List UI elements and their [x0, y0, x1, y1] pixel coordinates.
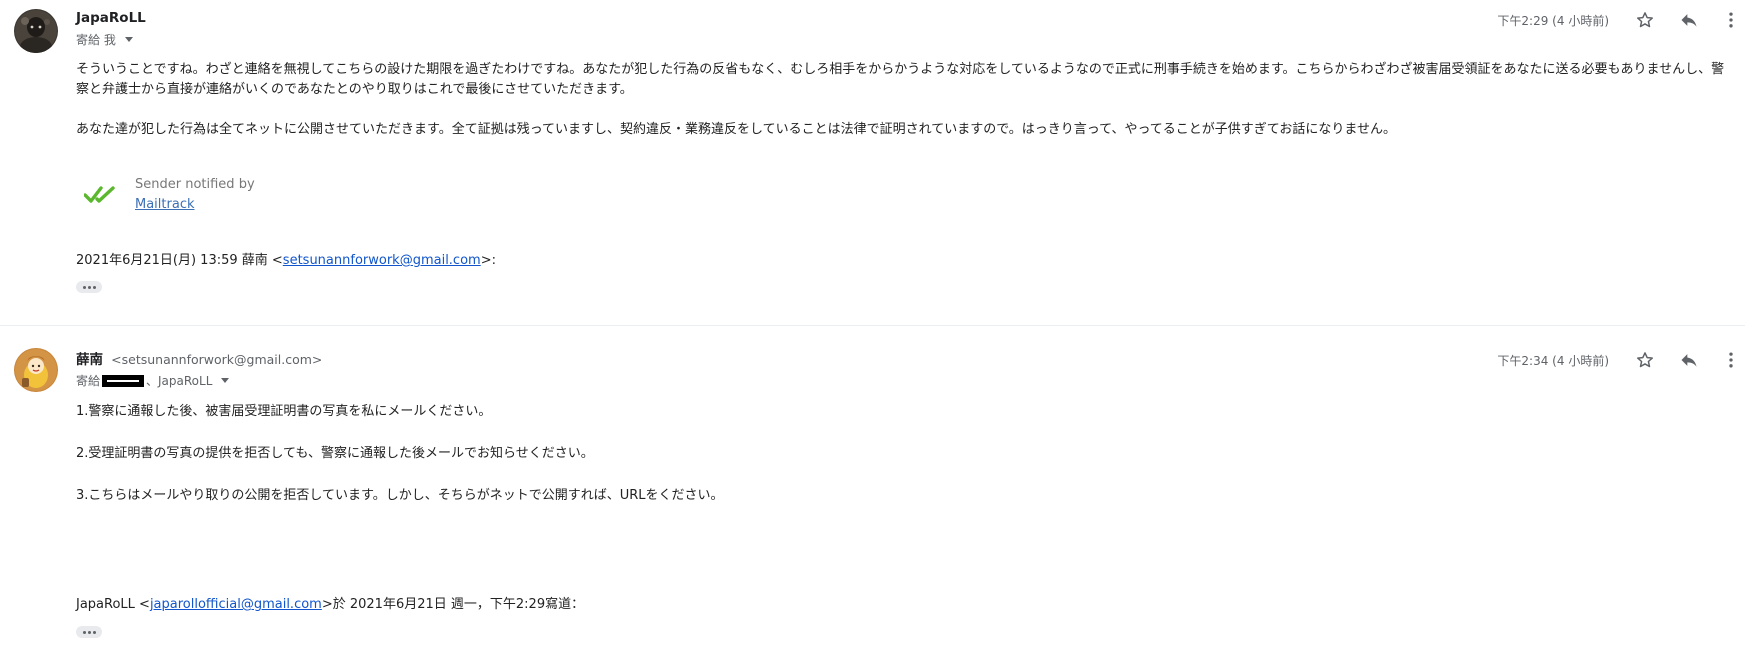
recipients-line: 寄給 我 — [76, 31, 133, 48]
chevron-down-icon[interactable] — [124, 37, 133, 42]
recipients-line: 寄給 、JapaRoLL — [76, 372, 230, 389]
sender-line: JapaRoLL — [76, 10, 146, 26]
quote-suffix: >於 2021年6月21日 週一，下午2:29寫道： — [321, 597, 585, 612]
sender-email: <setsunannforwork@gmail.com> — [111, 352, 323, 367]
mailtrack-link[interactable]: Mailtrack — [135, 197, 195, 212]
body-paragraph: 3.こちらはメールやり取りの公開を拒否しています。しかし、そちらがネットで公開す… — [76, 488, 724, 503]
recipients-label: 寄給 我 — [76, 33, 116, 47]
message-time: 下午2:34 (4 小時前) — [1497, 354, 1609, 368]
body-paragraph: 2.受理証明書の写真の提供を拒否しても、警察に通報した後メールでお知らせください… — [76, 446, 594, 461]
show-trimmed-content-button[interactable] — [76, 281, 102, 293]
quote-email-link[interactable]: setsunannforwork@gmail.com — [283, 253, 481, 268]
sender-name[interactable]: JapaRoLL — [76, 10, 146, 26]
star-icon[interactable] — [1633, 348, 1657, 372]
body-paragraph: そういうことですね。わざと連絡を無視してこちらの設けた期限を過ぎたわけですね。あ… — [76, 62, 1725, 97]
avatar[interactable] — [14, 9, 58, 53]
star-icon[interactable] — [1633, 8, 1657, 32]
check-double-icon — [84, 186, 115, 203]
sender-line: 薛南 <setsunannforwork@gmail.com> — [76, 348, 322, 368]
show-trimmed-content-button[interactable] — [76, 626, 102, 638]
mailtrack-signature: Sender notified by Mailtrack — [84, 175, 255, 215]
avatar[interactable] — [14, 348, 58, 392]
redacted-block — [102, 374, 145, 387]
quote-prefix: JapaRoLL < — [76, 597, 150, 612]
reply-icon[interactable] — [1677, 348, 1701, 372]
quote-prefix: 2021年6月21日(月) 13:59 薛南 < — [76, 253, 283, 268]
quote-email-link[interactable]: japarollofficial@gmail.com — [150, 597, 322, 612]
quote-header: JapaRoLL <japarollofficial@gmail.com>於 2… — [76, 593, 584, 612]
mailtrack-label: Sender notified by Mailtrack — [135, 175, 255, 215]
sender-name[interactable]: 薛南 — [76, 352, 103, 368]
more-vert-icon[interactable] — [1719, 8, 1743, 32]
message-body: 1.警察に通報した後、被害届受理証明書の写真を私にメールください。 2.受理証明… — [76, 402, 1733, 506]
quote-header: 2021年6月21日(月) 13:59 薛南 <setsunannforwork… — [76, 249, 496, 268]
more-vert-icon[interactable] — [1719, 348, 1743, 372]
body-paragraph: あなた達が犯した行為は全てネットに公開させていただきます。全て証拠は残っています… — [76, 122, 1397, 137]
body-paragraph: 1.警察に通報した後、被害届受理証明書の写真を私にメールください。 — [76, 404, 492, 419]
recipients-suffix: 、JapaRoLL — [146, 374, 213, 388]
message-body: そういうことですね。わざと連絡を無視してこちらの設けた期限を過ぎたわけですね。あ… — [76, 60, 1733, 140]
mailtrack-notice: Sender notified by — [135, 177, 255, 192]
email-message-1: JapaRoLL 寄給 我 下午2:29 (4 小時前) そういうことですね。わ… — [0, 0, 1745, 326]
chevron-down-icon[interactable] — [221, 378, 230, 383]
quote-suffix: >: — [480, 253, 496, 268]
recipients-prefix: 寄給 — [76, 374, 101, 388]
message-time: 下午2:29 (4 小時前) — [1497, 14, 1609, 28]
reply-icon[interactable] — [1677, 8, 1701, 32]
